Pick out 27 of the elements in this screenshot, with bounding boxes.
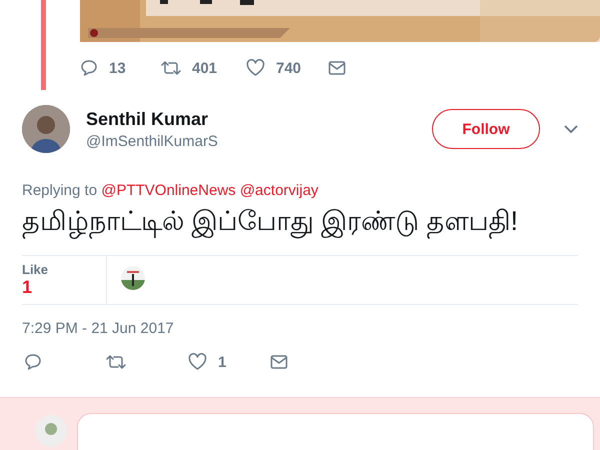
envelope-icon[interactable] <box>270 354 288 370</box>
like-count: 740 <box>276 60 302 76</box>
liker-avatar[interactable] <box>121 266 145 290</box>
avatar[interactable] <box>22 105 70 153</box>
reply-icon[interactable] <box>24 353 42 371</box>
tweet-text: தமிழ்நாட்டில் இப்போது இரண்டு தளபதி! <box>22 205 522 237</box>
heart-icon[interactable] <box>188 353 207 371</box>
follow-button[interactable]: Follow <box>432 109 540 149</box>
envelope-icon[interactable] <box>328 60 346 76</box>
reply-count: 13 <box>109 60 126 76</box>
retweet-icon[interactable] <box>161 59 181 77</box>
timestamp: 7:29 PM - 21 Jun 2017 <box>22 320 175 337</box>
mention-link[interactable]: @PTTVOnlineNews <box>101 182 236 199</box>
mention-link[interactable]: @actorvijay <box>240 182 318 199</box>
like-count: 1 <box>22 277 34 298</box>
replying-label: Replying to <box>22 182 98 199</box>
user-handle[interactable]: @ImSenthilKumarS <box>86 132 432 150</box>
reply-icon[interactable] <box>80 59 98 77</box>
user-name[interactable]: Senthil Kumar <box>86 108 432 130</box>
retweet-icon[interactable] <box>106 353 126 371</box>
heart-icon[interactable] <box>246 59 265 77</box>
like-count: 1 <box>218 354 226 370</box>
reply-field[interactable] <box>77 413 594 450</box>
like-label: Like <box>22 262 50 277</box>
retweet-count: 401 <box>192 60 218 76</box>
chevron-down-icon[interactable] <box>564 124 578 134</box>
avatar <box>35 415 67 447</box>
